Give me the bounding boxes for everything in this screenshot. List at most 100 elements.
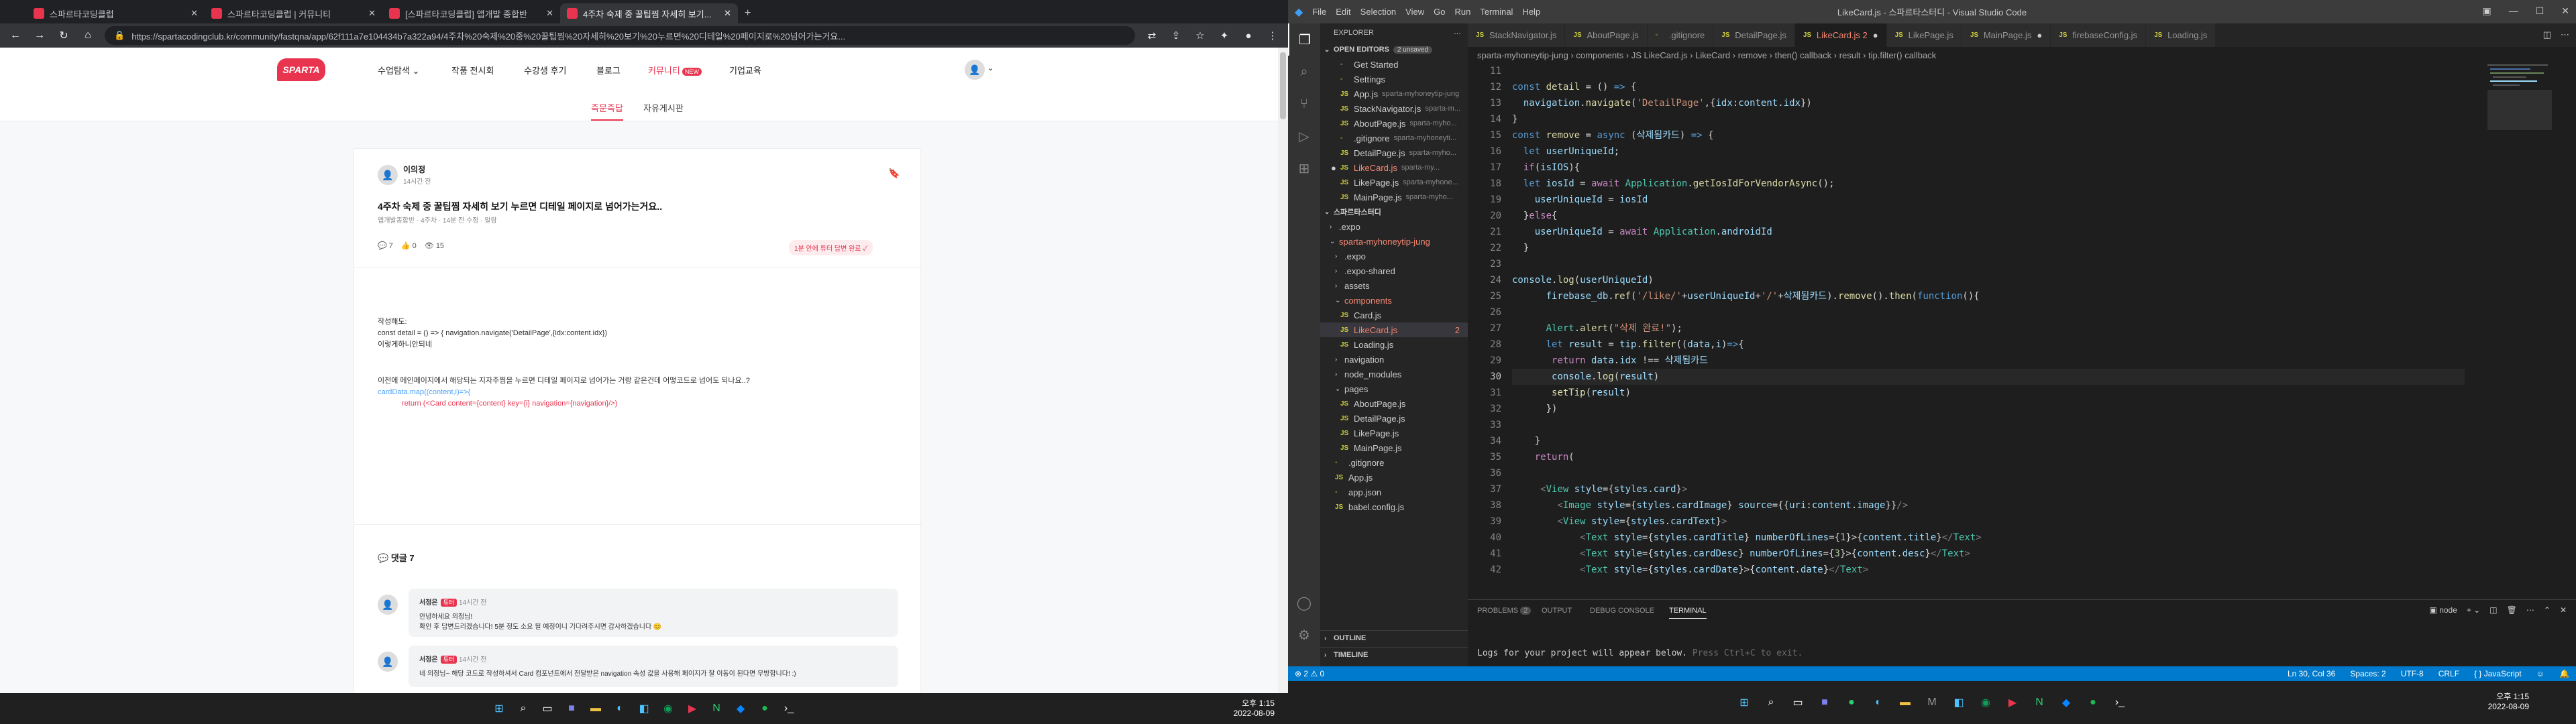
code-line[interactable]: userUniqueId = iosId xyxy=(1512,192,1648,208)
editor-tab[interactable]: JS StackNavigator.js xyxy=(1468,23,1566,47)
browser-tab[interactable]: 스파르타코딩클럽 | 커뮤니티 ✕ xyxy=(205,3,382,23)
nav-reviews[interactable]: 수강생 후기 xyxy=(524,64,566,76)
account-icon[interactable]: ◯ xyxy=(1288,587,1320,619)
minimize-icon[interactable]: — xyxy=(2509,5,2518,17)
tree-item[interactable]: ⌄ pages xyxy=(1320,381,1468,396)
code-line[interactable]: userUniqueId = await Application.android… xyxy=(1512,224,1772,240)
naver-icon[interactable]: N xyxy=(2030,693,2049,712)
bookmark-star-icon[interactable]: ☆ xyxy=(1193,29,1208,42)
youtube-icon[interactable]: ▶ xyxy=(2003,693,2022,712)
open-editor-item[interactable]: ◦ Get Started xyxy=(1320,57,1468,72)
task-view-icon[interactable]: ▭ xyxy=(538,699,557,718)
editor-tab[interactable]: JS MainPage.js ● xyxy=(1962,23,2051,47)
menu-go[interactable]: Go xyxy=(1434,7,1445,17)
forward-icon[interactable]: → xyxy=(32,29,47,42)
tab-free-board[interactable]: 자유게시판 xyxy=(643,101,684,114)
menu-icon[interactable]: ⋮ xyxy=(1265,29,1280,42)
start-icon[interactable]: ⊞ xyxy=(1735,693,1754,712)
tree-item[interactable]: JS Card.js xyxy=(1320,308,1468,322)
menu-run[interactable]: Run xyxy=(1454,7,1470,17)
code-line[interactable]: } xyxy=(1512,433,1540,449)
tab-quick-qna[interactable]: 즉문즉답 xyxy=(591,101,623,121)
open-editors-section[interactable]: ⌄ OPEN EDITORS 2 unsaved xyxy=(1320,42,1468,57)
problems-status[interactable]: ⊗ 2 ⚠ 0 xyxy=(1295,669,1324,678)
code-line[interactable]: return( xyxy=(1512,449,1574,465)
teams-icon[interactable]: ■ xyxy=(1815,693,1834,712)
code-line[interactable]: <Image style={styles.cardImage} source={… xyxy=(1512,497,1908,514)
teams-icon[interactable]: ■ xyxy=(562,699,581,718)
search-icon[interactable]: ⌕ xyxy=(514,699,533,718)
tree-item[interactable]: › navigation xyxy=(1320,352,1468,367)
notifications-icon[interactable]: 🔔 xyxy=(2559,669,2569,678)
close-tab-icon[interactable]: ✕ xyxy=(546,8,553,19)
like-count-group[interactable]: 👍 0 xyxy=(401,241,417,250)
unsaved-dot-icon[interactable]: ● xyxy=(2037,30,2042,40)
tree-item[interactable]: JS App.js xyxy=(1320,470,1468,485)
workspace-section[interactable]: ⌄ 스파르타스터디 xyxy=(1320,204,1468,219)
code-line[interactable]: } xyxy=(1512,111,1517,127)
tree-item[interactable]: › .expo xyxy=(1320,219,1468,234)
code-line[interactable]: let result = tip.filter((data,i)=>{ xyxy=(1512,337,1744,353)
tree-item[interactable]: JS babel.config.js xyxy=(1320,499,1468,514)
code-line[interactable]: <View style={styles.card}> xyxy=(1512,481,1687,497)
home-icon[interactable]: ⌂ xyxy=(80,29,95,42)
close-tab-icon[interactable]: ✕ xyxy=(191,8,198,19)
open-editor-item[interactable]: ◦ Settings xyxy=(1320,72,1468,86)
feedback-icon[interactable]: ☺ xyxy=(2536,669,2544,678)
code-line[interactable]: let iosId = await Application.getIosIdFo… xyxy=(1512,176,1835,192)
code-line[interactable]: const detail = () => { xyxy=(1512,79,1636,95)
youtube-icon[interactable]: ▶ xyxy=(683,699,702,718)
tree-item[interactable]: ◦ .gitignore xyxy=(1320,455,1468,470)
code-line[interactable]: } xyxy=(1512,240,1529,256)
breadcrumb[interactable]: sparta-myhoneytip-jung › components › JS… xyxy=(1468,47,2576,63)
open-editor-item[interactable]: JS LikePage.js sparta-myhone... xyxy=(1320,175,1468,190)
menu-help[interactable]: Help xyxy=(1522,7,1540,17)
menu-view[interactable]: View xyxy=(1405,7,1424,17)
source-control-icon[interactable]: ⑂ xyxy=(1288,88,1320,120)
translate-icon[interactable]: ⇄ xyxy=(1144,29,1159,42)
editor-tab[interactable]: JS LikePage.js xyxy=(1886,23,1962,47)
maximize-icon[interactable]: ☐ xyxy=(2536,5,2544,17)
encoding[interactable]: UTF-8 xyxy=(2401,669,2424,678)
nav-gallery[interactable]: 작품 전시회 xyxy=(451,64,494,76)
share-icon[interactable]: ⇪ xyxy=(1169,29,1183,42)
tree-item[interactable]: ⌄ components xyxy=(1320,293,1468,308)
close-panel-icon[interactable]: ✕ xyxy=(2560,605,2567,615)
code-line[interactable]: <Text style={styles.cardDate}>{content.d… xyxy=(1512,562,1868,578)
terminal-output[interactable]: Logs for your project will appear below.… xyxy=(1477,648,1803,658)
page-scrollbar-thumb[interactable] xyxy=(1280,52,1286,119)
new-tab-icon[interactable]: + xyxy=(738,7,757,23)
browser-tab[interactable]: 스파르타코딩클럽 ✕ xyxy=(27,3,205,23)
code-line[interactable]: if(isIOS){ xyxy=(1512,160,1580,176)
tab-debug-console[interactable]: DEBUG CONSOLE xyxy=(1590,607,1654,615)
tree-item[interactable]: JS Loading.js xyxy=(1320,337,1468,352)
tree-item[interactable]: ⌄ sparta-myhoneytip-jung xyxy=(1320,234,1468,249)
code-line[interactable]: let userUniqueId; xyxy=(1512,143,1619,160)
unsaved-dot-icon[interactable]: ● xyxy=(1331,163,1336,173)
editor-tab[interactable]: JS DetailPage.js xyxy=(1713,23,1795,47)
code-line[interactable]: console.log(result) xyxy=(1512,369,2465,385)
menu-selection[interactable]: Selection xyxy=(1360,7,1396,17)
code-line[interactable]: const remove = async (삭제됨카드) => { xyxy=(1512,127,1713,143)
open-editor-item[interactable]: JS AboutPage.js sparta-myho... xyxy=(1320,116,1468,131)
user-avatar[interactable]: 👤 xyxy=(965,60,985,80)
browser-tab[interactable]: [스파르타코딩클럽] 앱개발 종합반 ✕ xyxy=(382,3,560,23)
close-tab-icon[interactable]: ✕ xyxy=(368,8,376,19)
tree-item[interactable]: ◦ app.json xyxy=(1320,485,1468,499)
open-editor-item[interactable]: ● JS LikeCard.js sparta-my... xyxy=(1320,160,1468,175)
indentation[interactable]: Spaces: 2 xyxy=(2350,669,2385,678)
code-line[interactable]: Alert.alert("삭제 완료!"); xyxy=(1512,320,1682,337)
line-ending[interactable]: CRLF xyxy=(2438,669,2459,678)
edge-icon[interactable]: ◐ xyxy=(610,699,629,718)
code-line[interactable]: setTip(result) xyxy=(1512,385,1631,401)
extensions-icon[interactable]: ⊞ xyxy=(1288,152,1320,184)
tree-item[interactable]: JS DetailPage.js xyxy=(1320,411,1468,426)
nav-courses[interactable]: 수업탐색 ⌄ xyxy=(378,64,419,76)
tab-problems[interactable]: PROBLEMS 2 xyxy=(1477,607,1532,615)
tab-terminal[interactable]: TERMINAL xyxy=(1669,607,1707,619)
code-line[interactable]: firebase_db.ref('/like/'+userUniqueId+'/… xyxy=(1512,288,1980,304)
code-line[interactable]: <View style={styles.cardText}> xyxy=(1512,514,1727,530)
close-tab-icon[interactable]: ✕ xyxy=(724,8,731,19)
language-mode[interactable]: { } JavaScript xyxy=(2474,669,2522,678)
minimap[interactable] xyxy=(2487,63,2555,599)
